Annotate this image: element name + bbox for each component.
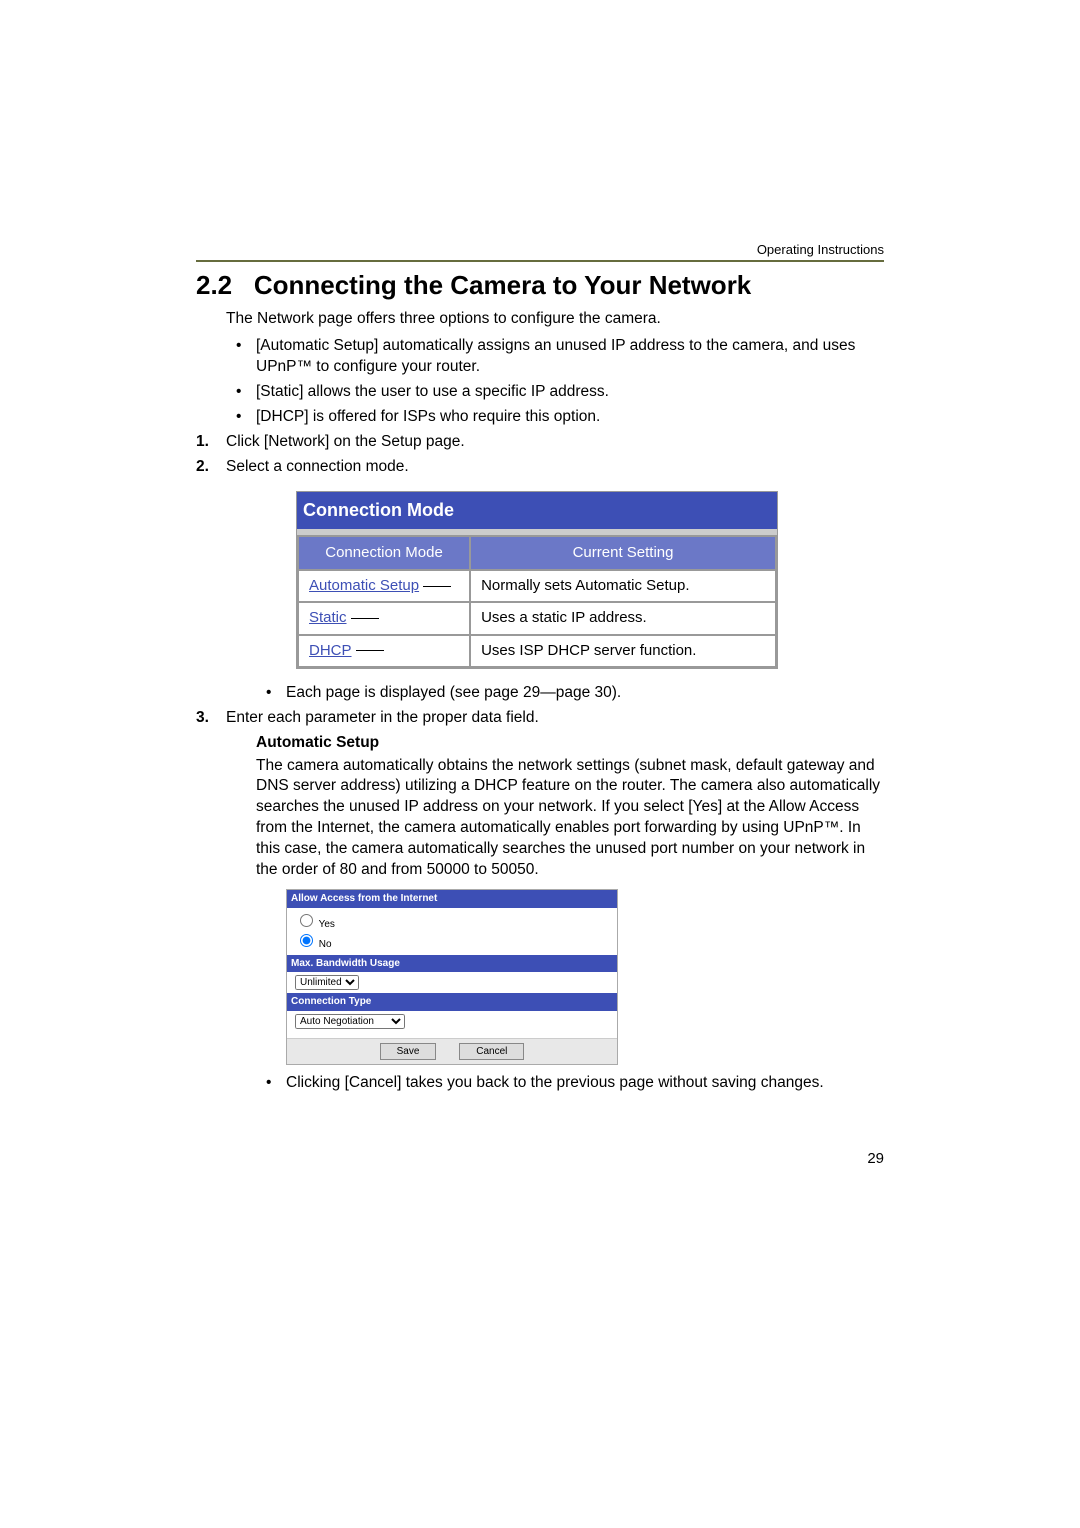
automatic-setup-heading: Automatic Setup <box>256 733 884 754</box>
panel-connection-type: Connection Type <box>287 993 617 1011</box>
figure-caption: Connection Mode <box>297 492 777 534</box>
radio-no[interactable]: No <box>295 939 332 950</box>
col-header-setting: Current Setting <box>470 536 776 570</box>
running-header: Operating Instructions <box>196 242 884 257</box>
settings-form-figure: Allow Access from the Internet Yes No Ma… <box>286 889 618 1065</box>
panel-allow-access: Allow Access from the Internet <box>287 890 617 908</box>
section-heading: 2.2 Connecting the Camera to Your Networ… <box>196 270 884 301</box>
header-rule <box>196 260 884 262</box>
link-automatic-setup[interactable]: Automatic Setup <box>309 577 419 594</box>
cell-desc: Normally sets Automatic Setup. <box>470 570 776 602</box>
step-number: 1. <box>196 432 209 453</box>
list-item: [DHCP] is offered for ISPs who require t… <box>226 407 884 428</box>
cell-desc: Uses ISP DHCP server function. <box>470 635 776 667</box>
link-static[interactable]: Static <box>309 609 347 626</box>
table-row: Static Uses a static IP address. <box>298 602 776 634</box>
list-item: [Automatic Setup] automatically assigns … <box>226 336 884 378</box>
step-text: Select a connection mode. <box>226 458 409 475</box>
callout-line-icon <box>356 650 384 651</box>
radio-no-label: No <box>319 939 332 950</box>
connection-type-select[interactable]: Auto Negotiation <box>295 1014 405 1029</box>
step-2: 2. Select a connection mode. Connection … <box>196 457 884 704</box>
save-button[interactable]: Save <box>380 1043 437 1061</box>
intro-text: The Network page offers three options to… <box>226 309 884 330</box>
step-text: Click [Network] on the Setup page. <box>226 433 465 450</box>
step-number: 2. <box>196 457 209 478</box>
step-3: 3. Enter each parameter in the proper da… <box>196 708 884 1094</box>
section-title-text: Connecting the Camera to Your Network <box>254 270 751 300</box>
callout-line-icon <box>351 618 379 619</box>
callout-line-icon <box>423 586 451 587</box>
cancel-button[interactable]: Cancel <box>459 1043 524 1061</box>
radio-yes[interactable]: Yes <box>295 919 335 930</box>
bandwidth-select[interactable]: Unlimited <box>295 975 359 990</box>
options-list: [Automatic Setup] automatically assigns … <box>226 336 884 428</box>
list-item: Clicking [Cancel] takes you back to the … <box>256 1073 884 1094</box>
page-number: 29 <box>867 1150 884 1167</box>
step-number: 3. <box>196 708 209 729</box>
table-row: Automatic Setup Normally sets Automatic … <box>298 570 776 602</box>
step-text: Enter each parameter in the proper data … <box>226 709 539 726</box>
list-item: Each page is displayed (see page 29—page… <box>256 683 884 704</box>
table-row: DHCP Uses ISP DHCP server function. <box>298 635 776 667</box>
automatic-setup-paragraph: The camera automatically obtains the net… <box>256 756 884 882</box>
radio-yes-label: Yes <box>319 919 335 930</box>
list-item: [Static] allows the user to use a specif… <box>226 382 884 403</box>
connection-mode-table: Connection Mode Current Setting Automati… <box>297 535 777 668</box>
section-number: 2.2 <box>196 270 232 300</box>
cell-desc: Uses a static IP address. <box>470 602 776 634</box>
col-header-mode: Connection Mode <box>298 536 470 570</box>
panel-bandwidth: Max. Bandwidth Usage <box>287 955 617 973</box>
step-1: 1. Click [Network] on the Setup page. <box>196 432 884 453</box>
link-dhcp[interactable]: DHCP <box>309 642 352 659</box>
connection-mode-figure: Connection Mode Connection Mode Current … <box>296 491 778 668</box>
